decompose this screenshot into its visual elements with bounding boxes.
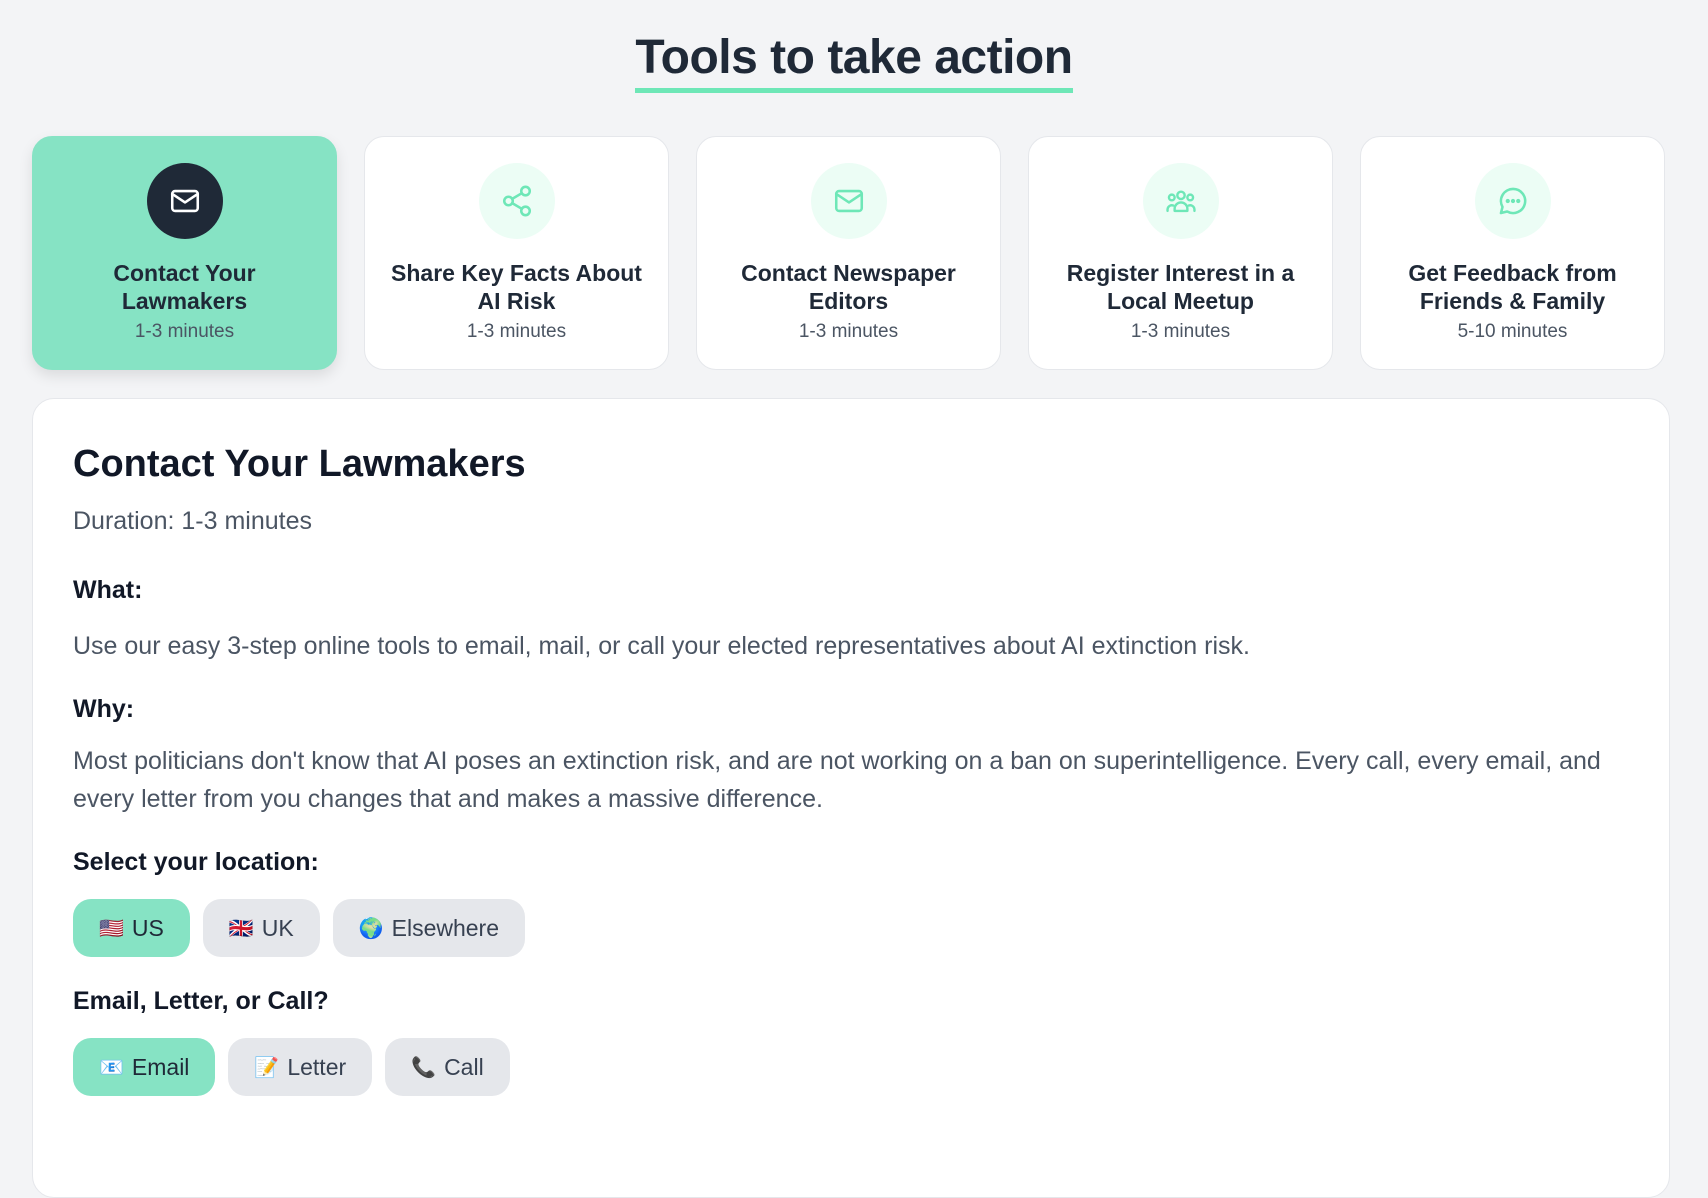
location-label: Select your location:	[73, 848, 319, 876]
globe-icon: 🌍	[358, 916, 384, 940]
card-time: 1-3 minutes	[798, 321, 899, 342]
method-call-button[interactable]: 📞 Call	[385, 1038, 510, 1096]
card-time: 1-3 minutes	[134, 321, 235, 342]
email-icon: 📧	[99, 1055, 124, 1079]
card-title: Register Interest in a Local Meetup	[1066, 260, 1295, 314]
location-us-button[interactable]: 🇺🇸 US	[73, 899, 190, 957]
why-label: Why:	[73, 695, 135, 723]
uk-flag-icon: 🇬🇧	[228, 916, 254, 940]
card-title: Share Key Facts About AI Risk	[391, 260, 642, 314]
location-options: 🇺🇸 US 🇬🇧 UK 🌍 Elsewhere	[73, 899, 1629, 957]
detail-panel: Contact Your Lawmakers Duration: 1-3 min…	[32, 398, 1670, 1198]
card-time: 1-3 minutes	[1130, 321, 1231, 342]
duration-text: Duration: 1-3 minutes	[73, 507, 313, 535]
location-label-text: UK	[261, 914, 294, 941]
mail-icon	[810, 163, 887, 239]
card-time: 5-10 minutes	[1457, 321, 1568, 342]
method-label-text: Email	[131, 1053, 190, 1080]
chat-icon	[1474, 163, 1551, 239]
phone-icon: 📞	[411, 1055, 437, 1079]
panel-title: Contact Your Lawmakers	[73, 443, 526, 485]
card-title: Contact Newspaper Editors	[741, 260, 956, 314]
location-label-text: Elsewhere	[391, 914, 500, 941]
memo-icon: 📝	[254, 1055, 280, 1079]
card-time: 1-3 minutes	[466, 321, 567, 342]
card-title: Get Feedback from Friends & Family	[1408, 260, 1617, 314]
method-options: 📧 Email 📝 Letter 📞 Call	[73, 1038, 1629, 1096]
location-elsewhere-button[interactable]: 🌍 Elsewhere	[332, 899, 526, 957]
card-contact-lawmakers[interactable]: Contact Your Lawmakers 1-3 minutes	[32, 136, 337, 370]
method-email-button[interactable]: 📧 Email	[73, 1038, 216, 1096]
header: Tools to take action	[0, 0, 1708, 93]
what-label: What:	[73, 576, 143, 604]
share-icon	[478, 163, 555, 239]
location-label-text: US	[131, 914, 164, 941]
card-contact-editors[interactable]: Contact Newspaper Editors 1-3 minutes	[696, 136, 1001, 370]
method-label-text: Letter	[287, 1053, 347, 1080]
us-flag-icon: 🇺🇸	[99, 916, 124, 940]
what-text: Use our easy 3-step online tools to emai…	[73, 632, 1250, 660]
group-icon	[1142, 163, 1219, 239]
mail-icon	[146, 163, 223, 239]
method-label-text: Call	[444, 1053, 484, 1080]
why-text: Most politicians don't know that AI pose…	[73, 747, 1601, 813]
method-label: Email, Letter, or Call?	[73, 987, 329, 1015]
location-uk-button[interactable]: 🇬🇧 UK	[202, 899, 320, 957]
method-letter-button[interactable]: 📝 Letter	[228, 1038, 373, 1096]
card-share-facts[interactable]: Share Key Facts About AI Risk 1-3 minute…	[364, 136, 669, 370]
page-title: Tools to take action	[635, 30, 1073, 93]
card-title: Contact Your Lawmakers	[113, 260, 256, 314]
card-feedback[interactable]: Get Feedback from Friends & Family 5-10 …	[1360, 136, 1665, 370]
tool-cards: Contact Your Lawmakers 1-3 minutes Share…	[32, 136, 1665, 370]
card-local-meetup[interactable]: Register Interest in a Local Meetup 1-3 …	[1028, 136, 1333, 370]
